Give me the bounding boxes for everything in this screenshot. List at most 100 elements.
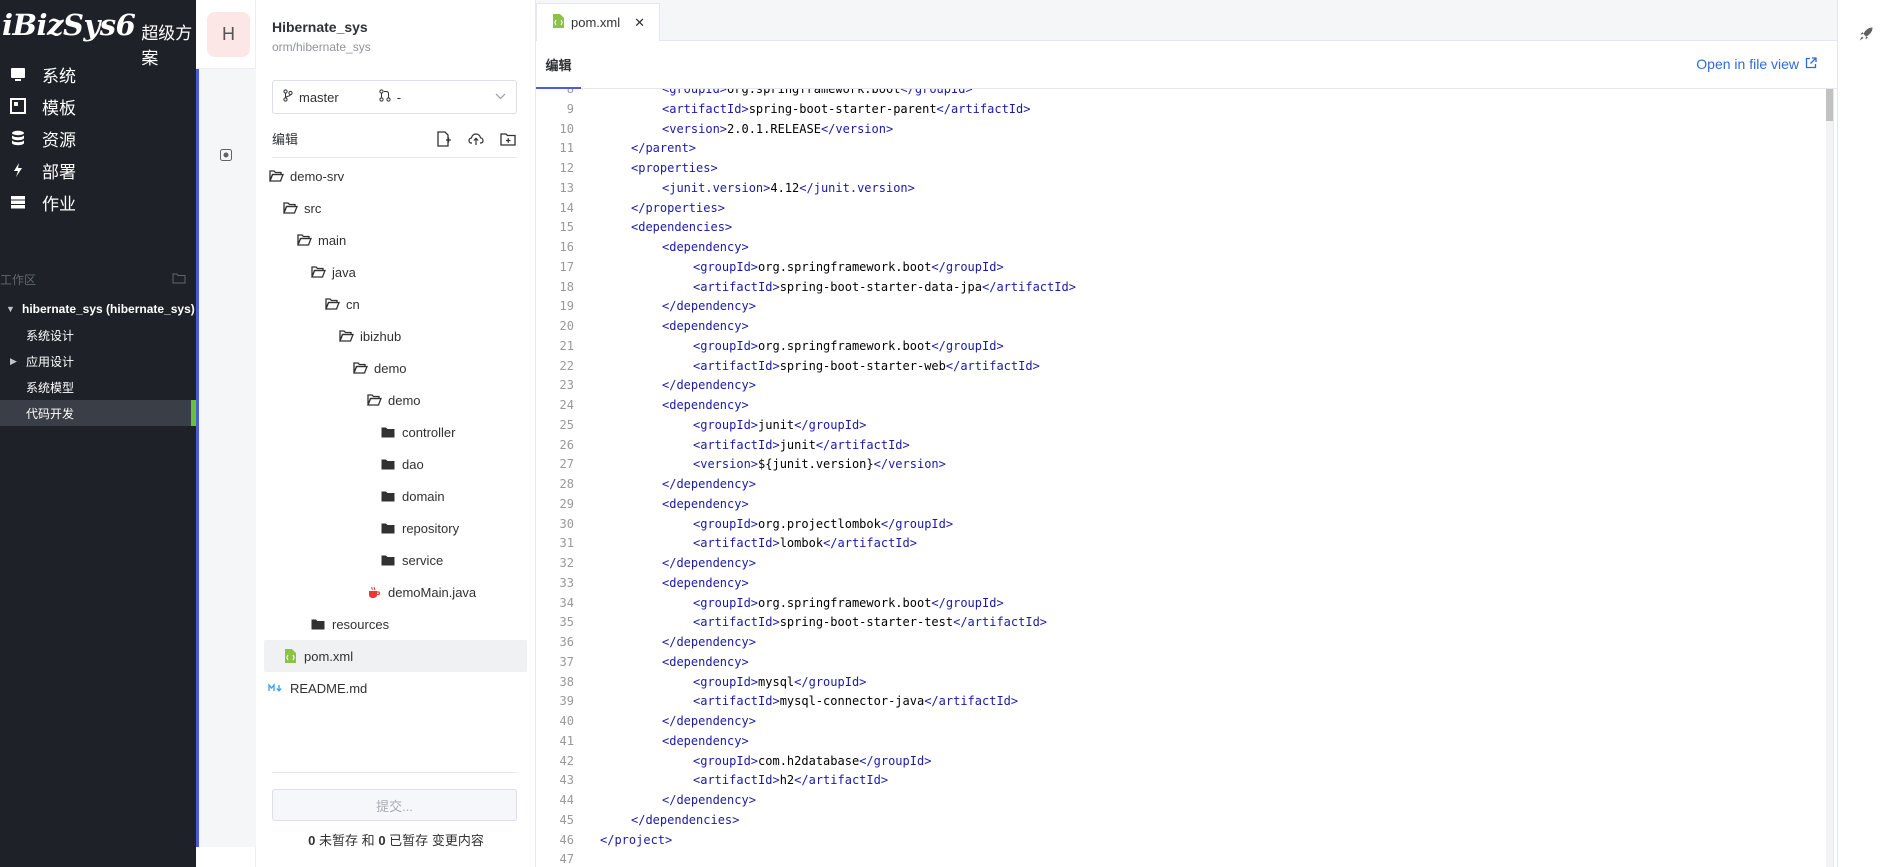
tree-folder[interactable]: service bbox=[264, 544, 527, 576]
code-line: 25 <groupId>junit</groupId> bbox=[536, 416, 1821, 435]
editor-tab-pom[interactable]: pom.xml ✕ bbox=[536, 3, 660, 41]
open-in-file-view-link[interactable]: Open in file view bbox=[1696, 56, 1817, 72]
project-avatar[interactable]: H bbox=[207, 12, 250, 57]
tree-folder[interactable]: resources bbox=[264, 608, 527, 640]
xml-text: mysql-connector-java bbox=[779, 694, 925, 709]
code-text: <artifactId>lombok</artifactId> bbox=[693, 534, 917, 553]
workspace-item-code-dev[interactable]: 代码开发 bbox=[0, 400, 196, 426]
new-folder-icon[interactable] bbox=[499, 130, 517, 148]
explorer-actions bbox=[435, 130, 517, 148]
upload-icon[interactable] bbox=[467, 130, 485, 148]
branch-selector[interactable]: master - bbox=[272, 80, 517, 114]
tree-item-label: demo bbox=[388, 392, 421, 408]
tree-folder[interactable]: ibizhub bbox=[264, 320, 527, 352]
code-text: <dependencies> bbox=[631, 218, 732, 237]
close-icon[interactable]: ✕ bbox=[634, 15, 645, 31]
editor-scrollbar[interactable] bbox=[1826, 89, 1833, 867]
nav-item-template[interactable]: 模板 bbox=[0, 90, 196, 122]
tree-folder[interactable]: demo bbox=[264, 384, 527, 416]
folder-add-icon[interactable] bbox=[172, 272, 186, 287]
tree-file[interactable]: demoMain.java bbox=[264, 576, 527, 608]
xml-tag: <dependency> bbox=[662, 240, 749, 254]
xml-text: 4.12 bbox=[770, 180, 800, 195]
xml-tag: <dependency> bbox=[662, 398, 749, 412]
divider bbox=[1833, 89, 1834, 867]
project-path: orm/hibernate_sys bbox=[272, 40, 371, 54]
code-text: </dependency> bbox=[662, 791, 756, 810]
tree-folder[interactable]: demo-srv bbox=[264, 160, 527, 192]
xml-tag: </artifactId> bbox=[982, 279, 1076, 294]
code-line: 44 </dependency> bbox=[536, 791, 1821, 810]
code-text: <dependency> bbox=[662, 574, 749, 593]
xml-tag: </groupId> bbox=[859, 753, 932, 768]
tree-folder[interactable]: cn bbox=[264, 288, 527, 320]
tab-edit[interactable]: 编辑 bbox=[536, 41, 581, 89]
code-line: 16 <dependency> bbox=[536, 238, 1821, 257]
xml-tag: </artifactId> bbox=[924, 694, 1019, 709]
code-text: </dependency> bbox=[662, 475, 756, 494]
open-file-label: Open in file view bbox=[1696, 56, 1799, 72]
xml-text: spring-boot-starter-parent bbox=[748, 101, 937, 116]
xml-text: ${junit.version} bbox=[758, 457, 874, 472]
new-file-icon[interactable] bbox=[435, 130, 453, 148]
code-text: <artifactId>h2</artifactId> bbox=[693, 771, 888, 790]
main-nav: 系统 模板 资源 部署 作业 bbox=[0, 56, 196, 218]
code-text: </dependency> bbox=[662, 297, 756, 316]
line-number: 19 bbox=[559, 299, 574, 314]
xml-tag: </artifactId> bbox=[936, 101, 1031, 116]
tree-folder[interactable]: java bbox=[264, 256, 527, 288]
code-line: 20 <dependency> bbox=[536, 317, 1821, 336]
code-text: <groupId>org.projectlombok</groupId> bbox=[693, 515, 953, 534]
code-line: 19 </dependency> bbox=[536, 297, 1821, 316]
nav-item-job[interactable]: 作业 bbox=[0, 186, 196, 218]
code-line: 47 bbox=[536, 850, 1821, 867]
workspace-root[interactable]: ▼ hibernate_sys (hibernate_sys) bbox=[0, 296, 196, 322]
workspace-item-system-design[interactable]: 系统设计 bbox=[0, 322, 196, 348]
workspace-item-label: 代码开发 bbox=[26, 406, 75, 421]
tree-file[interactable]: pom.xml bbox=[264, 640, 527, 672]
nav-item-deploy[interactable]: 部署 bbox=[0, 154, 196, 186]
workspace-item-app-design[interactable]: ▶ 应用设计 bbox=[0, 348, 196, 374]
line-number: 15 bbox=[559, 220, 574, 235]
file-explorer: Hibernate_sys orm/hibernate_sys master -… bbox=[256, 0, 536, 867]
tree-folder[interactable]: dao bbox=[264, 448, 527, 480]
tree-folder[interactable]: repository bbox=[264, 512, 527, 544]
code-content[interactable]: 8 <groupId>org.springframework.boot</grou… bbox=[536, 89, 1821, 867]
tree-item-label: demoMain.java bbox=[388, 584, 477, 600]
code-text: <artifactId>junit</artifactId> bbox=[693, 436, 910, 455]
code-line: 28 </dependency> bbox=[536, 475, 1821, 494]
tree-folder[interactable]: demo bbox=[264, 352, 527, 384]
server-icon bbox=[9, 193, 27, 211]
code-text: </properties> bbox=[631, 199, 725, 218]
record-view-button[interactable] bbox=[196, 128, 256, 185]
folder-icon bbox=[380, 488, 396, 504]
code-text: </dependency> bbox=[662, 712, 756, 731]
xml-tag: <artifactId> bbox=[693, 358, 780, 373]
tree-folder[interactable]: main bbox=[264, 224, 527, 256]
xml-tag: </artifactId> bbox=[953, 615, 1048, 630]
commit-button[interactable]: 提交... bbox=[272, 789, 517, 821]
tree-folder[interactable]: domain bbox=[264, 480, 527, 512]
workspace-item-system-model[interactable]: 系统模型 bbox=[0, 374, 196, 400]
rocket-icon[interactable] bbox=[1858, 26, 1874, 42]
editor-scroll-thumb[interactable] bbox=[1826, 89, 1833, 121]
tree-folder[interactable]: controller bbox=[264, 416, 527, 448]
folder-icon bbox=[380, 424, 396, 440]
tree-item-label: repository bbox=[402, 520, 460, 536]
tree-folder[interactable]: src bbox=[264, 192, 527, 224]
app-logo[interactable]: iBizSys6 超级方案 bbox=[0, 0, 196, 68]
line-number: 8 bbox=[566, 89, 574, 96]
tree-file[interactable]: README.md bbox=[264, 672, 527, 704]
xml-file-icon bbox=[282, 648, 298, 664]
xml-text: org.projectlombok bbox=[758, 516, 881, 531]
line-number: 23 bbox=[559, 378, 574, 393]
tree-item-label: cn bbox=[346, 296, 360, 312]
nav-item-resource[interactable]: 资源 bbox=[0, 122, 196, 154]
tree-item-label: controller bbox=[402, 424, 456, 440]
line-number: 25 bbox=[559, 417, 574, 432]
line-number: 21 bbox=[559, 338, 574, 353]
code-text: <properties> bbox=[631, 159, 718, 178]
nav-label: 作业 bbox=[42, 194, 76, 214]
line-number: 34 bbox=[559, 595, 574, 610]
xml-tag: <artifactId> bbox=[693, 615, 780, 630]
